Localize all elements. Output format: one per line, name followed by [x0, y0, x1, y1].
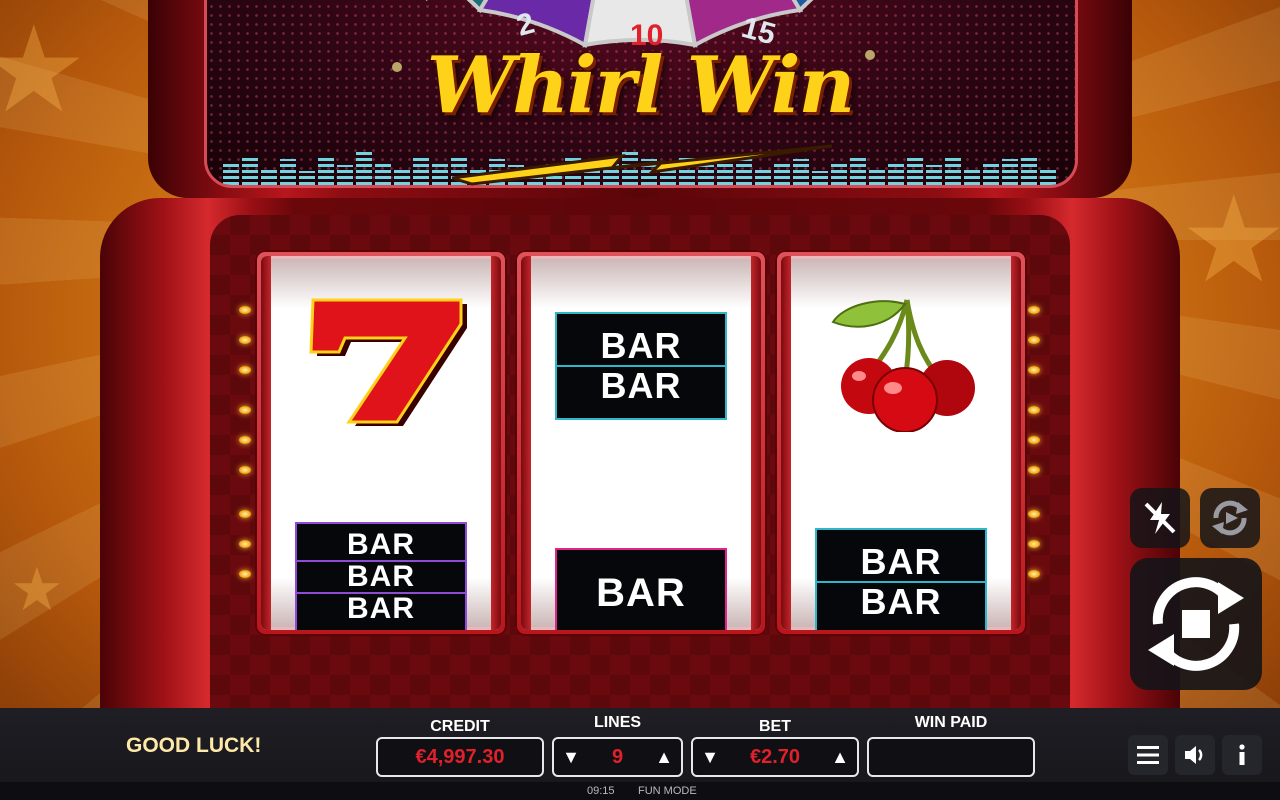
cherries-symbol	[831, 299, 975, 432]
wheel-segment-label: 1	[410, 0, 443, 8]
cabinet-lamp	[239, 336, 251, 344]
credit-display: €4,997.30	[376, 737, 544, 777]
lines-decrease-button[interactable]: ▼	[554, 739, 588, 775]
cabinet-lamp	[1028, 436, 1040, 444]
cabinet-lamp	[1028, 336, 1040, 344]
cabinet-lamp	[239, 540, 251, 548]
cabinet-lamp	[1028, 306, 1040, 314]
bet-value: €2.70	[749, 745, 801, 768]
bet-label: BET	[759, 718, 791, 735]
bet-decrease-button[interactable]: ▼	[693, 739, 727, 775]
cabinet-lamp	[239, 510, 251, 518]
autoplay-icon	[1212, 500, 1248, 536]
autoplay-button[interactable]	[1200, 488, 1260, 548]
lines-value: 9	[611, 745, 624, 768]
credit-label: CREDIT	[430, 718, 490, 735]
game-logo: Whirl Win	[426, 40, 855, 131]
reel-2: BAR BAR BAR	[515, 250, 767, 636]
seven-symbol: 7	[301, 294, 467, 426]
cabinet-lamp	[239, 466, 251, 474]
svg-text:7: 7	[301, 294, 302, 295]
cabinet-lamp	[1028, 540, 1040, 548]
play-mode-label: FUN MODE	[638, 785, 697, 797]
cabinet-lamp	[239, 366, 251, 374]
info-button[interactable]	[1222, 735, 1262, 775]
background-star-icon: ★	[1180, 173, 1280, 307]
bet-increase-button[interactable]: ▲	[823, 739, 857, 775]
clock: 09:15	[587, 785, 615, 797]
reel-1: 7 BAR BAR BAR	[255, 250, 507, 636]
cabinet-lamp	[239, 306, 251, 314]
menu-icon	[1137, 746, 1159, 764]
cabinet-lamp	[239, 436, 251, 444]
lines-increase-button[interactable]: ▲	[647, 739, 681, 775]
credit-value: €4,997.30	[415, 745, 505, 768]
spin-stop-icon	[1148, 577, 1244, 671]
win-paid-display	[867, 737, 1035, 777]
menu-button[interactable]	[1128, 735, 1168, 775]
win-paid-label: WIN PAID	[914, 714, 988, 731]
bar-single-symbol: BAR	[555, 548, 727, 630]
cabinet-lamp	[1028, 510, 1040, 518]
bar-triple-symbol: BAR BAR BAR	[295, 522, 467, 630]
cabinet-lamp	[1028, 406, 1040, 414]
sound-button[interactable]	[1175, 735, 1215, 775]
status-message: GOOD LUCK!	[126, 734, 262, 757]
sound-icon	[1185, 746, 1203, 764]
reel-3: BAR BAR	[775, 250, 1027, 636]
lines-selector: ▼ 9 ▲	[552, 737, 683, 777]
turbo-button[interactable]	[1130, 488, 1190, 548]
cabinet-lamp	[239, 570, 251, 578]
bet-selector: ▼ €2.70 ▲	[691, 737, 859, 777]
background-star-icon: ★	[10, 556, 64, 623]
cabinet-lamp	[1028, 570, 1040, 578]
cabinet-lamp	[1028, 466, 1040, 474]
lightning-off-icon	[1144, 502, 1176, 534]
info-icon	[1239, 744, 1245, 765]
lines-label: LINES	[593, 714, 642, 731]
cabinet-lamp	[1028, 366, 1040, 374]
spin-button[interactable]	[1130, 558, 1262, 690]
bar-double-symbol: BAR BAR	[555, 312, 727, 420]
bar-double-symbol: BAR BAR	[815, 528, 987, 630]
cabinet-lamp	[239, 406, 251, 414]
lightning-bolt-icon	[452, 144, 832, 186]
